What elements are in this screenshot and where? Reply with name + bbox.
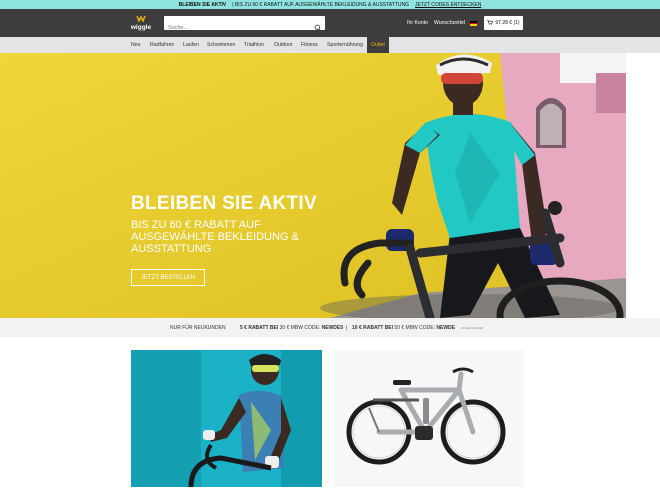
hero-photo — [0, 53, 626, 318]
nav-item-triathlon[interactable]: Triathlon — [244, 37, 264, 53]
promo-label: NUR FÜR NEUKUNDEN — [170, 324, 226, 331]
logo-mark-icon — [130, 15, 152, 24]
wiggle-logo[interactable]: wiggle — [130, 15, 152, 31]
cart-button[interactable]: 97,28 € (1) — [484, 16, 523, 30]
announcement-bar: BLEIBEN SIE AKTIV | BIS ZU 60 € RABATT A… — [0, 0, 660, 9]
promo-code-2: NEWDE — [436, 324, 456, 331]
site-header: wiggle Ihr Konto Wunschzettel 97,28 € (1… — [0, 9, 660, 37]
logo-wordmark: wiggle — [130, 24, 152, 31]
promo-card-ebike[interactable] — [333, 350, 524, 487]
promo-offer-2: 10 € RABATT BEI 50 € MBW CODE: NEWDE — [352, 325, 455, 331]
category-nav: Neu Radfahren Laufen Schwimmen Triathlon… — [0, 37, 660, 53]
promo-card-cycling-apparel[interactable] — [131, 350, 322, 487]
nav-item-schwimmen[interactable]: Schwimmen — [207, 37, 235, 53]
cart-icon — [487, 19, 494, 27]
nav-item-laufen[interactable]: Laufen — [183, 37, 199, 53]
nav-item-neu[interactable]: Neu — [131, 37, 141, 53]
nav-item-radfahren[interactable]: Radfahren — [150, 37, 174, 53]
ebike-photo — [333, 350, 524, 487]
search-icon[interactable] — [314, 19, 322, 32]
hero-banner[interactable]: BLEIBEN SIE AKTIV BIS ZU 60 € RABATT AUF… — [0, 53, 626, 318]
cyclist-photo — [131, 350, 322, 487]
nav-item-fitness[interactable]: Fitness — [301, 37, 318, 53]
promo-separator: | — [346, 324, 348, 331]
hero-title: BLEIBEN SIE AKTIV — [131, 193, 317, 214]
promo-offer-1-highlight: 5 € RABATT BEI — [240, 324, 279, 331]
promo-offer-2-highlight: 10 € RABATT BEI — [352, 324, 394, 331]
promo-offer-2-details: 50 € MBW CODE: — [394, 324, 435, 331]
promo-offer-1: 5 € RABATT BEI 30 € MBW CODE: NEWDE5 — [240, 325, 343, 331]
promo-offer-1-details: 30 € MBW CODE: — [279, 324, 321, 331]
account-link[interactable]: Ihr Konto — [407, 20, 428, 26]
hero-subtitle: BIS ZU 60 € RABATT AUF AUSGEWÄHLTE BEKLE… — [131, 219, 299, 255]
promo-code-1: NEWDE5 — [321, 324, 344, 331]
discover-codes-link[interactable]: JETZT CODES ENTDECKEN — [415, 2, 481, 8]
wishlist-link[interactable]: Wunschzettel — [434, 20, 465, 26]
promo-fine-print: ES GELTEN AGB — [461, 325, 484, 330]
germany-flag-icon[interactable] — [470, 21, 477, 26]
new-customer-promo-strip: NUR FÜR NEUKUNDEN 5 € RABATT BEI 30 € MB… — [0, 318, 660, 337]
nav-item-outlet[interactable]: Outlet — [367, 37, 389, 53]
nav-item-outdoor[interactable]: Outdoor — [274, 37, 293, 53]
shop-now-button[interactable]: JETZT BESTELLEN — [131, 269, 205, 286]
search-input[interactable] — [164, 21, 304, 35]
announcement-headline: BLEIBEN SIE AKTIV — [178, 1, 227, 8]
cart-total: 97,28 € (1) — [495, 20, 520, 26]
nav-item-sporternaehrung[interactable]: Sporternährung — [327, 37, 363, 53]
announcement-text: | BIS ZU 60 € RABATT AUF AUSGEWÄHLTE BEK… — [232, 1, 409, 8]
search-box — [164, 16, 325, 35]
